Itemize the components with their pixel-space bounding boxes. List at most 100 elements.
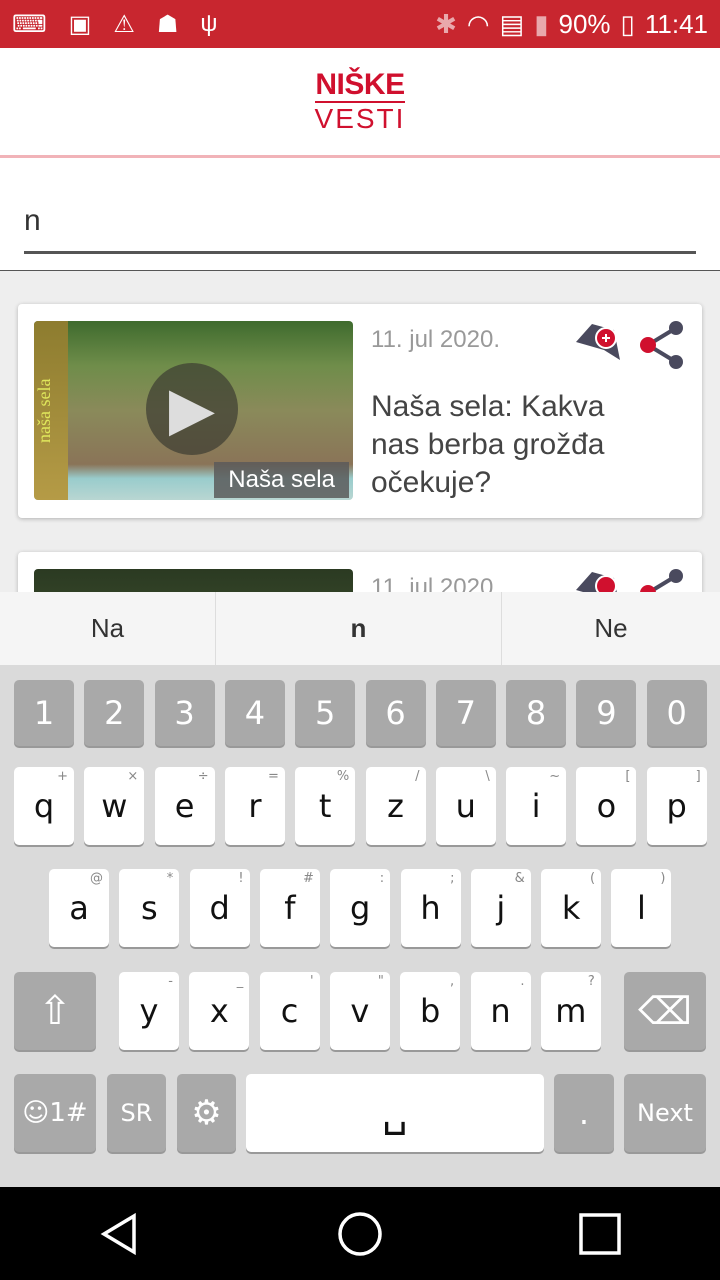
key-g[interactable]: g: — [330, 869, 391, 947]
key-6[interactable]: 6 — [365, 680, 426, 746]
key-d[interactable]: d! — [189, 869, 250, 947]
keyboard: 1 2 3 4 5 6 7 8 9 0 q + w × e ÷ r = t% z / u \ i ~ o[p] a @ s * d! f # g:… — [0, 665, 720, 1187]
key-hint: ] — [695, 769, 701, 784]
key-hint: & — [514, 871, 525, 886]
play-icon[interactable]: ▶ — [146, 363, 238, 455]
article-date: 11. jul 2020. — [371, 326, 500, 353]
next-key[interactable]: Next — [624, 1074, 706, 1152]
key-7[interactable]: 7 — [435, 680, 496, 746]
key-label: m — [555, 992, 587, 1030]
suggestion-strip: Na n Ne — [0, 592, 720, 665]
key-label: h — [420, 889, 441, 927]
key-label: k — [561, 889, 581, 927]
key-j[interactable]: j & — [470, 869, 531, 947]
keyboard-icon: ⌨ — [12, 10, 47, 38]
settings-gear-icon[interactable]: ⚙ — [177, 1074, 236, 1152]
key-label: r — [248, 787, 262, 825]
key-label: l — [636, 889, 646, 927]
article-title[interactable]: Naša sela: Kakva nas berba grožđa očekuj… — [371, 388, 641, 502]
language-key[interactable]: SR — [107, 1074, 166, 1152]
key-hint: × — [127, 769, 139, 784]
recents-icon[interactable] — [578, 1212, 622, 1256]
key-label: a — [69, 889, 89, 927]
key-i[interactable]: i ~ — [506, 767, 567, 845]
key-x[interactable]: x _ — [189, 972, 250, 1050]
key-n[interactable]: n. — [470, 972, 531, 1050]
key-hint: * — [166, 871, 174, 886]
logo[interactable]: NIŠKE VESTI — [314, 68, 406, 134]
shift-key[interactable]: ⇧ — [14, 972, 96, 1050]
key-label: 9 — [596, 694, 617, 732]
key-8[interactable]: 8 — [506, 680, 567, 746]
share-icon[interactable] — [638, 320, 688, 370]
usb-icon: ψ — [200, 10, 218, 37]
key-b[interactable]: b, — [400, 972, 461, 1050]
key-5[interactable]: 5 — [295, 680, 356, 746]
back-icon[interactable] — [98, 1212, 142, 1256]
key-e[interactable]: e ÷ — [154, 767, 215, 845]
key-label: t — [318, 787, 332, 825]
key-label: y — [139, 992, 159, 1030]
key-s[interactable]: s * — [119, 869, 180, 947]
key-h[interactable]: h; — [400, 869, 461, 947]
key-label: ⚙ — [191, 1093, 222, 1133]
key-hint: " — [377, 974, 384, 989]
key-2[interactable]: 2 — [84, 680, 145, 746]
key-3[interactable]: 3 — [154, 680, 215, 746]
key-9[interactable]: 9 — [576, 680, 637, 746]
key-q[interactable]: q + — [14, 767, 74, 845]
logo-line1: NIŠKE — [314, 68, 406, 103]
key-r[interactable]: r = — [224, 767, 285, 845]
key-label: f — [284, 889, 296, 927]
key-label: 3 — [174, 694, 195, 732]
image-icon: ▣ — [68, 10, 92, 38]
key-hint: = — [267, 769, 279, 784]
suggestion-item[interactable]: n — [216, 592, 502, 665]
search-bar — [0, 158, 720, 271]
battery-percent: 90% — [558, 8, 611, 39]
key-hint: ~ — [549, 769, 561, 784]
key-label: p — [666, 787, 687, 825]
home-icon[interactable] — [337, 1211, 383, 1257]
key-label: e — [174, 787, 195, 825]
key-z[interactable]: z / — [365, 767, 426, 845]
key-hint: - — [168, 974, 173, 989]
suggestion-item[interactable]: Na — [0, 592, 216, 665]
key-1[interactable]: 1 — [14, 680, 74, 746]
key-c[interactable]: c ' — [259, 972, 320, 1050]
key-4[interactable]: 4 — [224, 680, 285, 746]
key-w[interactable]: w × — [84, 767, 145, 845]
thumb-side-label: naša sela — [34, 321, 68, 500]
space-key[interactable]: ␣ — [246, 1074, 544, 1152]
key-p[interactable]: p] — [646, 767, 707, 845]
sd-card-icon: ▤ — [499, 8, 525, 39]
emoji-symbols-key[interactable]: ☺1# — [14, 1074, 96, 1152]
key-hint: ÷ — [197, 769, 209, 784]
suggestion-item[interactable]: Ne — [502, 592, 720, 665]
key-label: x — [209, 992, 229, 1030]
key-0[interactable]: 0 — [646, 680, 707, 746]
key-u[interactable]: u \ — [435, 767, 496, 845]
key-label: ⇧ — [38, 988, 72, 1034]
key-t[interactable]: t% — [295, 767, 356, 845]
battery-icon: ▯ — [620, 8, 635, 39]
key-hint: , — [450, 974, 455, 989]
logo-line2: VESTI — [314, 103, 406, 134]
bookmark-add-icon[interactable] — [574, 320, 624, 370]
key-o[interactable]: o[ — [576, 767, 637, 845]
key-a[interactable]: a @ — [49, 869, 109, 947]
key-y[interactable]: y- — [119, 972, 179, 1050]
key-hint: . — [520, 974, 525, 989]
key-label: ☺1# — [22, 1098, 88, 1128]
key-hint: ( — [590, 871, 596, 886]
key-v[interactable]: v " — [329, 972, 390, 1050]
key-m[interactable]: m? — [540, 972, 601, 1050]
backspace-key[interactable]: ⌫ — [624, 972, 706, 1050]
article-thumbnail[interactable]: naša sela ▶ Naša sela — [34, 321, 353, 500]
period-key[interactable]: . — [554, 1074, 614, 1152]
search-input[interactable] — [24, 190, 696, 254]
key-f[interactable]: f # — [259, 869, 320, 947]
key-l[interactable]: l) — [611, 869, 672, 947]
article-card[interactable]: naša sela ▶ Naša sela 11. jul 2020. Naša… — [18, 304, 702, 518]
key-k[interactable]: k( — [541, 869, 602, 947]
